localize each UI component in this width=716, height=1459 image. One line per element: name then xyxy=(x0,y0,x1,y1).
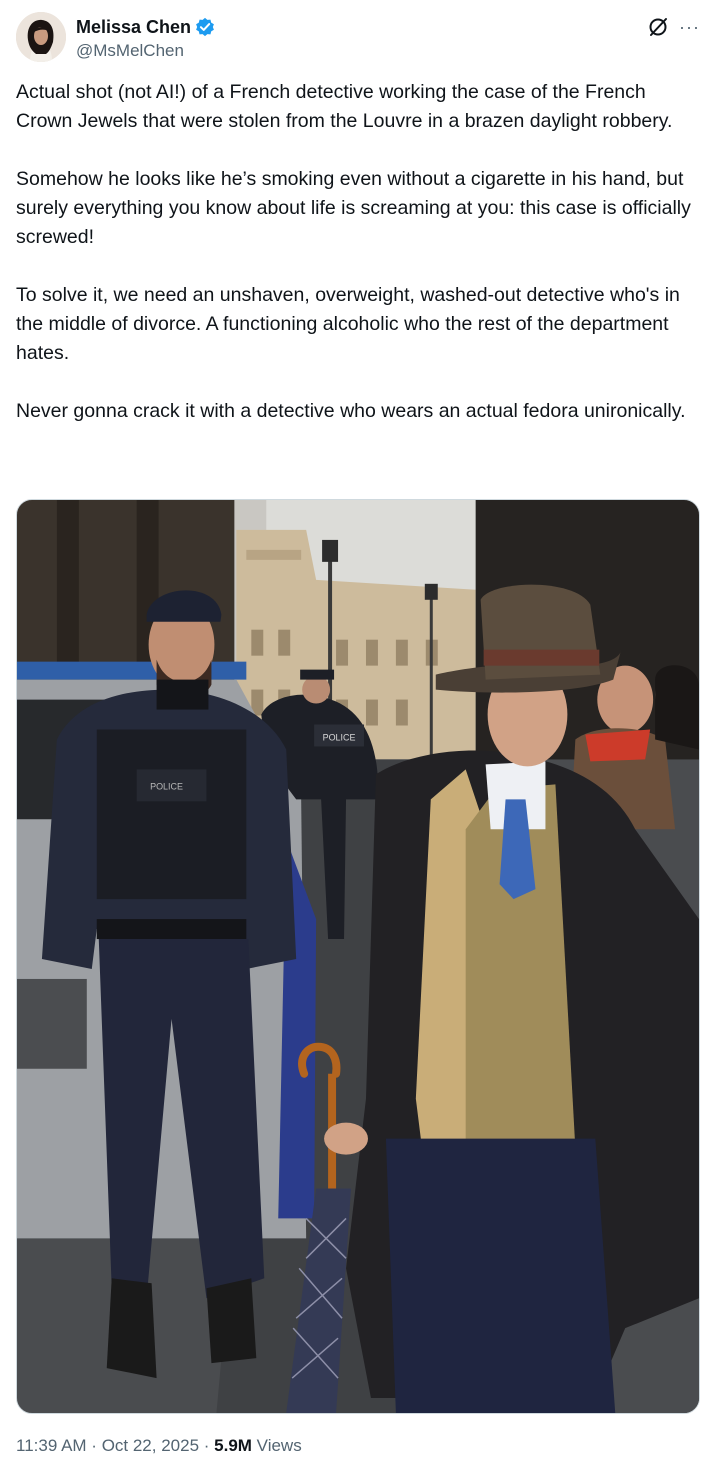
paragraph: Somehow he looks like he’s smoking even … xyxy=(16,168,691,248)
paragraph: To solve it, we need an unshaven, overwe… xyxy=(16,284,680,364)
separator: · xyxy=(86,1436,102,1455)
grok-icon[interactable] xyxy=(647,16,669,38)
paragraph: Actual shot (not AI!) of a French detect… xyxy=(16,81,673,132)
verified-badge-icon xyxy=(195,17,215,37)
tweet: Melissa Chen @MsMelChen ··· Actual shot … xyxy=(0,0,716,1459)
separator: · xyxy=(199,1436,215,1455)
tweet-header: Melissa Chen @MsMelChen ··· xyxy=(16,12,700,64)
display-name[interactable]: Melissa Chen xyxy=(76,16,191,38)
photo-illustration: POLICE POLICE xyxy=(17,500,699,1413)
avatar[interactable] xyxy=(16,12,66,62)
tweet-meta: 11:39 AM · Oct 22, 2025 · 5.9M Views xyxy=(16,1434,302,1458)
views-count[interactable]: 5.9M xyxy=(214,1436,252,1455)
header-actions: ··· xyxy=(647,16,700,38)
jacket-text: POLICE xyxy=(323,732,356,742)
author-block: Melissa Chen @MsMelChen xyxy=(76,16,215,62)
timestamp-date[interactable]: Oct 22, 2025 xyxy=(102,1436,199,1455)
vest-text: POLICE xyxy=(150,781,183,791)
tweet-text: Actual shot (not AI!) of a French detect… xyxy=(16,78,700,426)
views-label: Views xyxy=(251,1436,302,1455)
tweet-photo[interactable]: POLICE POLICE xyxy=(16,499,700,1414)
timestamp-time[interactable]: 11:39 AM xyxy=(16,1436,87,1455)
more-icon[interactable]: ··· xyxy=(679,17,700,37)
paragraph: Never gonna crack it with a detective wh… xyxy=(16,400,686,422)
handle[interactable]: @MsMelChen xyxy=(76,40,215,62)
